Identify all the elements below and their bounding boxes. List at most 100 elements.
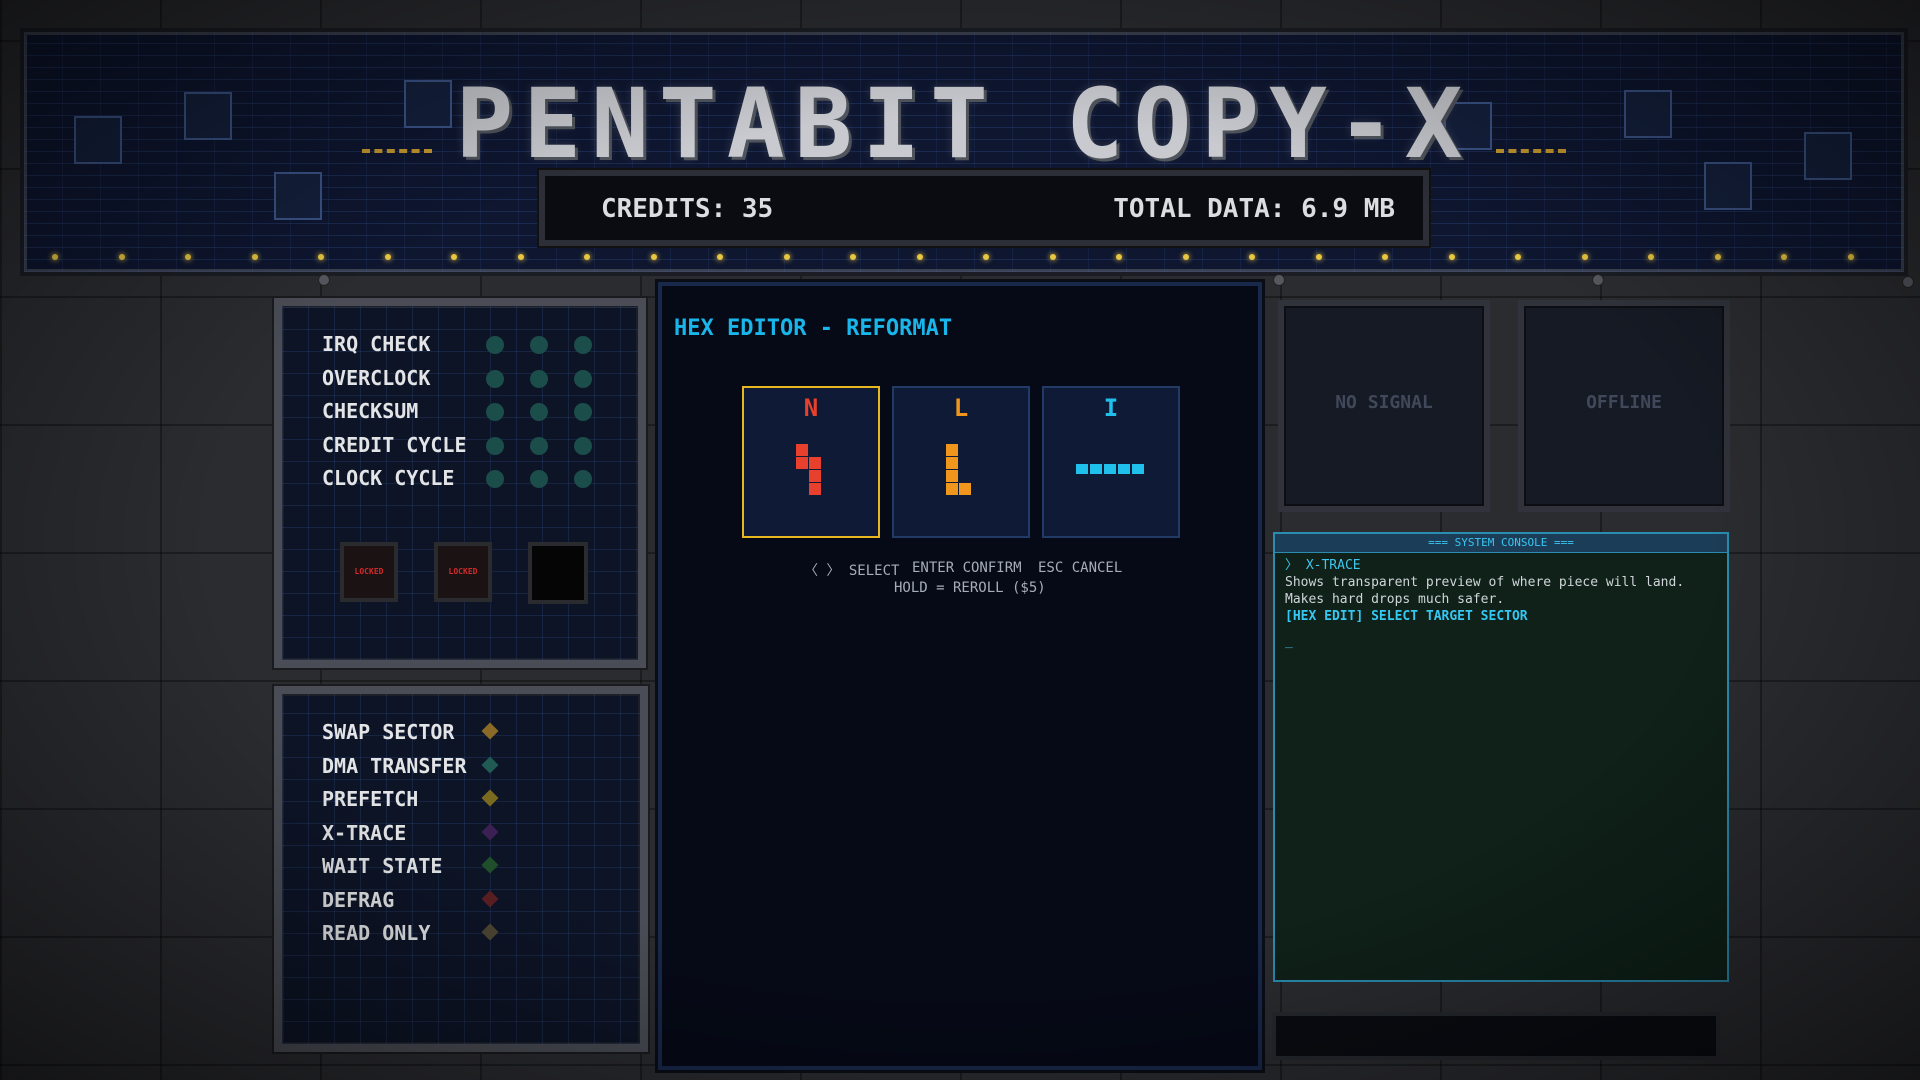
title-dash-right — [1496, 148, 1567, 157]
credits-display: CREDITS: 35 — [601, 194, 774, 224]
item-label: READ ONLY — [322, 921, 431, 945]
indicator-light — [1781, 254, 1787, 260]
game-title: PENTABIT COPY-X — [455, 68, 1473, 180]
status-light — [574, 369, 592, 388]
ability-item-swap-sector[interactable]: SWAP SECTOR — [322, 720, 499, 754]
item-label: PREFETCH — [322, 787, 419, 811]
monitor-status: OFFLINE — [1586, 392, 1662, 413]
indicator-lights — [24, 254, 1904, 264]
indicator-light — [1182, 254, 1189, 260]
hex-editor-panel: HEX EDITOR - REFORMAT N L I 〈 〉 SELECT E… — [658, 282, 1262, 1070]
indicator-light — [1382, 254, 1388, 260]
ability-item-dma-transfer[interactable]: DMA TRANSFER — [322, 753, 499, 788]
indicator-light — [650, 254, 657, 260]
status-light — [486, 336, 504, 354]
status-light — [530, 436, 548, 455]
console-body: 〉 X-TRACE Shows transparent preview of w… — [1275, 553, 1727, 654]
status-light — [574, 470, 592, 488]
footer-bar — [1272, 1012, 1720, 1060]
indicator-light — [52, 254, 58, 260]
monitor-status: NO SIGNAL — [1335, 392, 1433, 413]
ability-item-read-only[interactable]: READ ONLY — [322, 921, 499, 955]
ability-item-x-trace[interactable]: X-TRACE — [322, 820, 499, 855]
indicator-light — [185, 254, 191, 260]
ability-item-wait-state[interactable]: WAIT STATE — [322, 854, 499, 888]
indicator-light — [118, 254, 125, 260]
piece-card-i[interactable]: I — [1042, 386, 1180, 538]
indicator-light — [1847, 254, 1854, 260]
indicator-light — [1448, 254, 1455, 260]
indicator-light — [517, 254, 524, 260]
ability-item-defrag[interactable]: DEFRAG — [322, 887, 499, 922]
item-label: OVERCLOCK — [322, 365, 431, 390]
status-light — [530, 336, 548, 354]
item-label: DEFRAG — [322, 887, 395, 912]
screw — [1273, 274, 1285, 286]
ability-item-prefetch[interactable]: PREFETCH — [322, 787, 499, 821]
status-light — [530, 403, 548, 421]
piece-letter: N — [803, 394, 819, 422]
indicator-light — [916, 254, 923, 260]
console-line-prompt: [HEX EDIT] SELECT TARGET SECTOR — [1285, 609, 1528, 624]
system-list: IRQ CHECK OVERCLOCK CHECKSUM CREDIT CYCL… — [322, 332, 467, 500]
console-header: === SYSTEM CONSOLE === — [1275, 534, 1727, 553]
system-item-credit-cycle: CREDIT CYCLE — [322, 433, 467, 467]
locked-slot-1[interactable]: LOCKED — [340, 542, 398, 602]
indicator-light — [983, 254, 989, 260]
status-light — [574, 336, 592, 354]
status-light — [486, 470, 504, 488]
piece-letter: I — [1103, 394, 1119, 422]
empty-slot[interactable] — [528, 542, 588, 604]
select-hint: 〈 〉 SELECT — [804, 563, 900, 579]
stats-panel: CREDITS: 35 TOTAL DATA: 6.9 MB — [539, 170, 1429, 246]
ability-list: SWAP SECTOR DMA TRANSFER PREFETCH X-TRAC… — [322, 720, 499, 955]
indicator-light — [384, 254, 391, 260]
screw — [1592, 274, 1604, 286]
locked-slot-2[interactable]: LOCKED — [434, 542, 492, 602]
cancel-hint: ESC CANCEL — [1038, 560, 1123, 576]
indicator-light — [1315, 254, 1322, 260]
status-light — [530, 369, 548, 388]
indicator-light — [251, 254, 258, 260]
system-item-clock-cycle: CLOCK CYCLE — [322, 466, 467, 500]
item-label: X-TRACE — [322, 820, 407, 845]
indicator-light — [783, 254, 790, 260]
header-panel: PENTABIT COPY-X CREDITS: 35 TOTAL DATA: … — [20, 28, 1908, 276]
editor-title: HEX EDITOR - REFORMAT — [674, 316, 953, 341]
monitor-offline: OFFLINE — [1518, 300, 1730, 512]
system-panel: IRQ CHECK OVERCLOCK CHECKSUM CREDIT CYCL… — [274, 298, 646, 668]
console-line-description: Shows transparent preview of where piece… — [1285, 575, 1685, 607]
screw — [1902, 276, 1914, 288]
indicator-light — [451, 254, 457, 260]
title-dash-left — [361, 148, 432, 157]
system-item-overclock: OVERCLOCK — [322, 366, 467, 400]
total-data-display: TOTAL DATA: 6.9 MB — [1113, 194, 1395, 224]
piece-letter: L — [953, 394, 969, 422]
title-row: PENTABIT COPY-X — [24, 68, 1904, 180]
system-item-irq-check: IRQ CHECK — [322, 332, 467, 366]
indicator-light — [584, 254, 590, 260]
console-line-command: 〉 X-TRACE — [1285, 558, 1361, 573]
indicator-light — [1648, 254, 1654, 260]
indicator-light — [318, 254, 324, 260]
status-light — [486, 369, 504, 388]
item-label: SWAP SECTOR — [322, 720, 455, 744]
indicator-light — [1714, 254, 1721, 260]
piece-card-l[interactable]: L — [892, 386, 1030, 538]
system-item-checksum: CHECKSUM — [322, 399, 467, 433]
ability-panel: SWAP SECTOR DMA TRANSFER PREFETCH X-TRAC… — [274, 686, 648, 1052]
status-light — [574, 403, 592, 421]
item-label: CREDIT CYCLE — [322, 432, 467, 457]
status-light — [530, 470, 548, 488]
piece-card-n[interactable]: N — [742, 386, 880, 538]
item-label: WAIT STATE — [322, 854, 443, 878]
reroll-hint: HOLD = REROLL ($5) — [894, 580, 1046, 596]
console-cursor: _ — [1285, 634, 1293, 649]
indicator-light — [1049, 254, 1056, 260]
item-label: DMA TRANSFER — [322, 753, 467, 778]
status-light — [486, 436, 504, 455]
monitor-no-signal: NO SIGNAL — [1278, 300, 1490, 512]
indicator-light — [1116, 254, 1122, 260]
item-label: CHECKSUM — [322, 399, 419, 423]
indicator-light — [1249, 254, 1255, 260]
